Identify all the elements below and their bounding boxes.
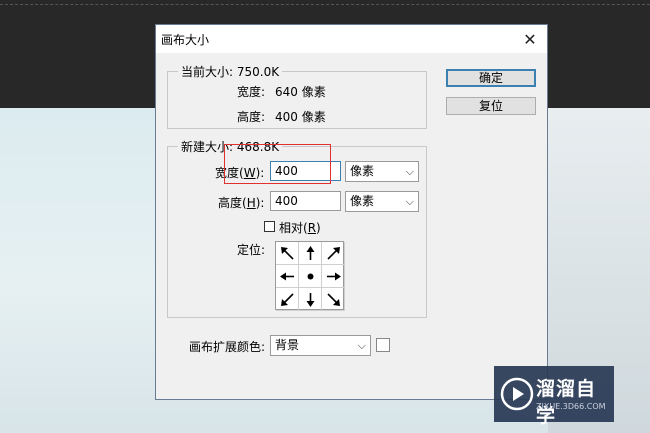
anchor-cell-bottom-right[interactable] [322,288,345,311]
anchor-cell-bottom[interactable] [299,288,322,311]
watermark-url: ZIXUE.3D66.COM [536,402,606,411]
anchor-cell-right[interactable] [322,265,345,288]
dialog-title: 画布大小 [161,33,210,47]
play-logo-icon [500,377,534,411]
new-height-label: 高度(H): [218,196,265,210]
extension-color-swatch[interactable] [376,338,390,352]
anchor-cell-center[interactable] [299,265,322,288]
anchor-center-icon [307,273,313,279]
arrow-left-icon [279,272,294,280]
anchor-cell-bottom-left[interactable] [276,288,299,311]
arrow-down-right-icon [326,292,340,306]
relative-checkbox[interactable] [264,221,275,232]
anchor-cell-top[interactable] [299,242,322,265]
current-size-legend: 当前大小: 750.0K [181,65,280,79]
arrow-down-icon [306,292,314,307]
height-unit-value: 像素 [350,194,375,208]
relative-label[interactable]: 相对(R) [279,219,321,236]
close-icon: ✕ [523,29,537,49]
current-width-value: 640 像素 [275,85,326,99]
anchor-grid [275,241,345,311]
current-width-label: 宽度: [237,85,266,99]
arrow-down-left-icon [280,292,294,306]
watermark: 溜溜自学 ZIXUE.3D66.COM [494,366,614,427]
height-input[interactable]: 400 [270,191,341,211]
current-height-label: 高度: [237,110,266,124]
extension-color-label: 画布扩展颜色: [189,340,266,354]
ok-button[interactable]: 确定 [446,69,536,87]
width-unit-select[interactable]: 像素 ⌵ [345,161,419,182]
arrow-up-right-icon [326,246,340,260]
height-unit-select[interactable]: 像素 ⌵ [345,191,419,212]
chevron-down-icon: ⌵ [405,195,414,208]
chevron-down-icon: ⌵ [405,165,414,178]
anchor-cell-left[interactable] [276,265,299,288]
close-button[interactable]: ✕ [513,25,547,53]
arrow-up-icon [306,245,314,260]
chevron-down-icon: ⌵ [357,339,366,352]
anchor-cell-top-left[interactable] [276,242,299,265]
dialog-titlebar: 画布大小 ✕ [156,25,547,53]
highlight-annotation-box [224,144,331,184]
canvas-size-dialog: 画布大小 ✕ 当前大小: 750.0K 宽度: 640 像素 高度: 400 像… [155,24,548,400]
watermark-name: 溜溜自学 [536,378,597,427]
width-unit-value: 像素 [350,164,375,178]
anchor-label: 定位: [237,243,266,257]
arrow-up-left-icon [280,246,294,260]
arrow-right-icon [326,272,341,280]
extension-color-value: 背景 [275,338,300,352]
canvas-marquee-line [0,4,650,5]
extension-color-select[interactable]: 背景 ⌵ [270,335,371,356]
reset-button[interactable]: 复位 [446,97,536,115]
anchor-cell-top-right[interactable] [322,242,345,265]
current-height-value: 400 像素 [275,110,326,124]
